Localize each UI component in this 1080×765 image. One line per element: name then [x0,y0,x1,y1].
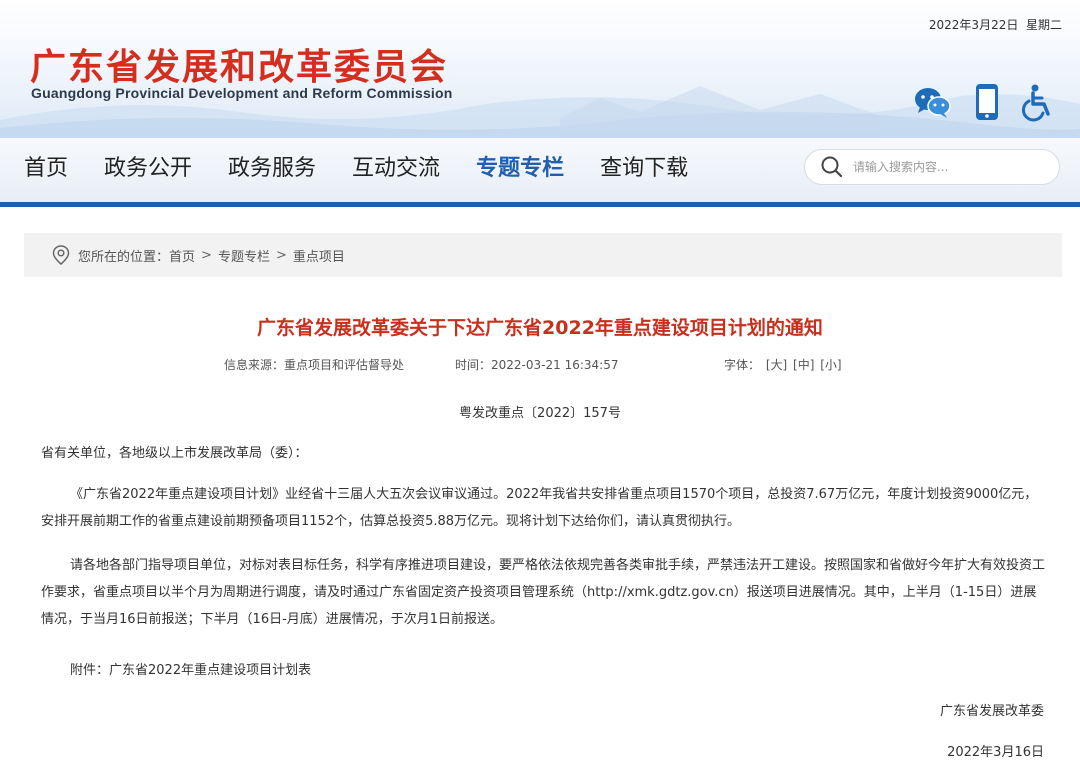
article-source: 信息来源：重点项目和评估督导处 [224,356,404,373]
nav-item-special-topics[interactable]: 专题专栏 [476,154,564,184]
time-value: 2022-03-21 16:34:57 [491,358,619,372]
signature-date: 2022年3月16日 [947,745,1044,760]
font-size-controls: 字体： [大] [中] [小] [724,356,842,373]
article-title: 广东省发展改革委关于下达广东省2022年重点建设项目计划的通知 [257,317,823,339]
nav-divider [0,202,1080,207]
current-date: 2022年3月22日 星期二 [929,16,1062,33]
search-input[interactable] [853,160,1043,174]
font-small-button[interactable]: [小] [820,358,841,372]
nav-item-government-affairs[interactable]: 政务公开 [104,154,192,184]
time-label: 时间： [455,358,492,372]
signature: 广东省发展改革委 [939,704,1044,719]
nav-item-query-download[interactable]: 查询下载 [600,154,688,184]
search-box[interactable] [804,149,1060,185]
search-icon[interactable] [819,154,845,180]
font-label: 字体： [724,358,761,372]
site-header: 2022年3月22日 星期二 广东省发展和改革委员会 Guangdong Pro… [0,0,1080,138]
body-paragraph: 请各地各部门指导项目单位，对标对表目标任务，科学有序推进项目建设，要严格依法依规… [41,558,1046,627]
attachment-link[interactable]: 附件：广东省2022年重点建设项目计划表 [41,657,1049,684]
document-number: 粤发改重点〔2022〕157号 [459,406,621,421]
nav-item-home[interactable]: 首页 [24,154,68,184]
body-paragraph: 《广东省2022年重点建设项目计划》业经省十三届人大五次会议审议通过。2022年… [41,487,1038,529]
breadcrumb-separator: > [275,247,287,263]
font-medium-button[interactable]: [中] [793,358,814,372]
source-label: 信息来源： [224,358,285,372]
addressee-line: 省有关单位，各地级以上市发展改革局（委）： [41,446,308,461]
nav-item-interaction[interactable]: 互动交流 [352,154,440,184]
article-time: 时间：2022-03-21 16:34:57 [455,356,618,373]
wechat-icon[interactable] [912,82,952,122]
nav-item-government-services[interactable]: 政务服务 [228,154,316,184]
breadcrumb: 您所在的位置： 首页 > 专题专栏 > 重点项目 [24,233,1062,277]
breadcrumb-home[interactable]: 首页 [169,246,195,265]
nav-menu: 首页 政务公开 政务服务 互动交流 专题专栏 查询下载 [24,154,724,184]
mobile-icon[interactable] [967,82,1007,122]
site-title-cn[interactable]: 广东省发展和改革委员会 [30,38,448,90]
breadcrumb-separator: > [201,247,212,263]
font-large-button[interactable]: [大] [766,358,787,372]
source-value: 重点项目和评估督导处 [284,358,405,372]
location-pin-icon [52,245,70,265]
breadcrumb-special-topics[interactable]: 专题专栏 [218,246,270,265]
date-text: 2022年3月22日 [928,18,1019,32]
site-title-en: Guangdong Provincial Development and Ref… [31,85,453,101]
breadcrumb-prefix: 您所在的位置： [78,249,170,265]
main-navigation: 首页 政务公开 政务服务 互动交流 专题专栏 查询下载 [0,138,1080,202]
breadcrumb-key-projects[interactable]: 重点项目 [293,246,345,265]
weekday-text: 星期二 [1025,18,1062,32]
accessibility-icon[interactable] [1018,82,1058,122]
